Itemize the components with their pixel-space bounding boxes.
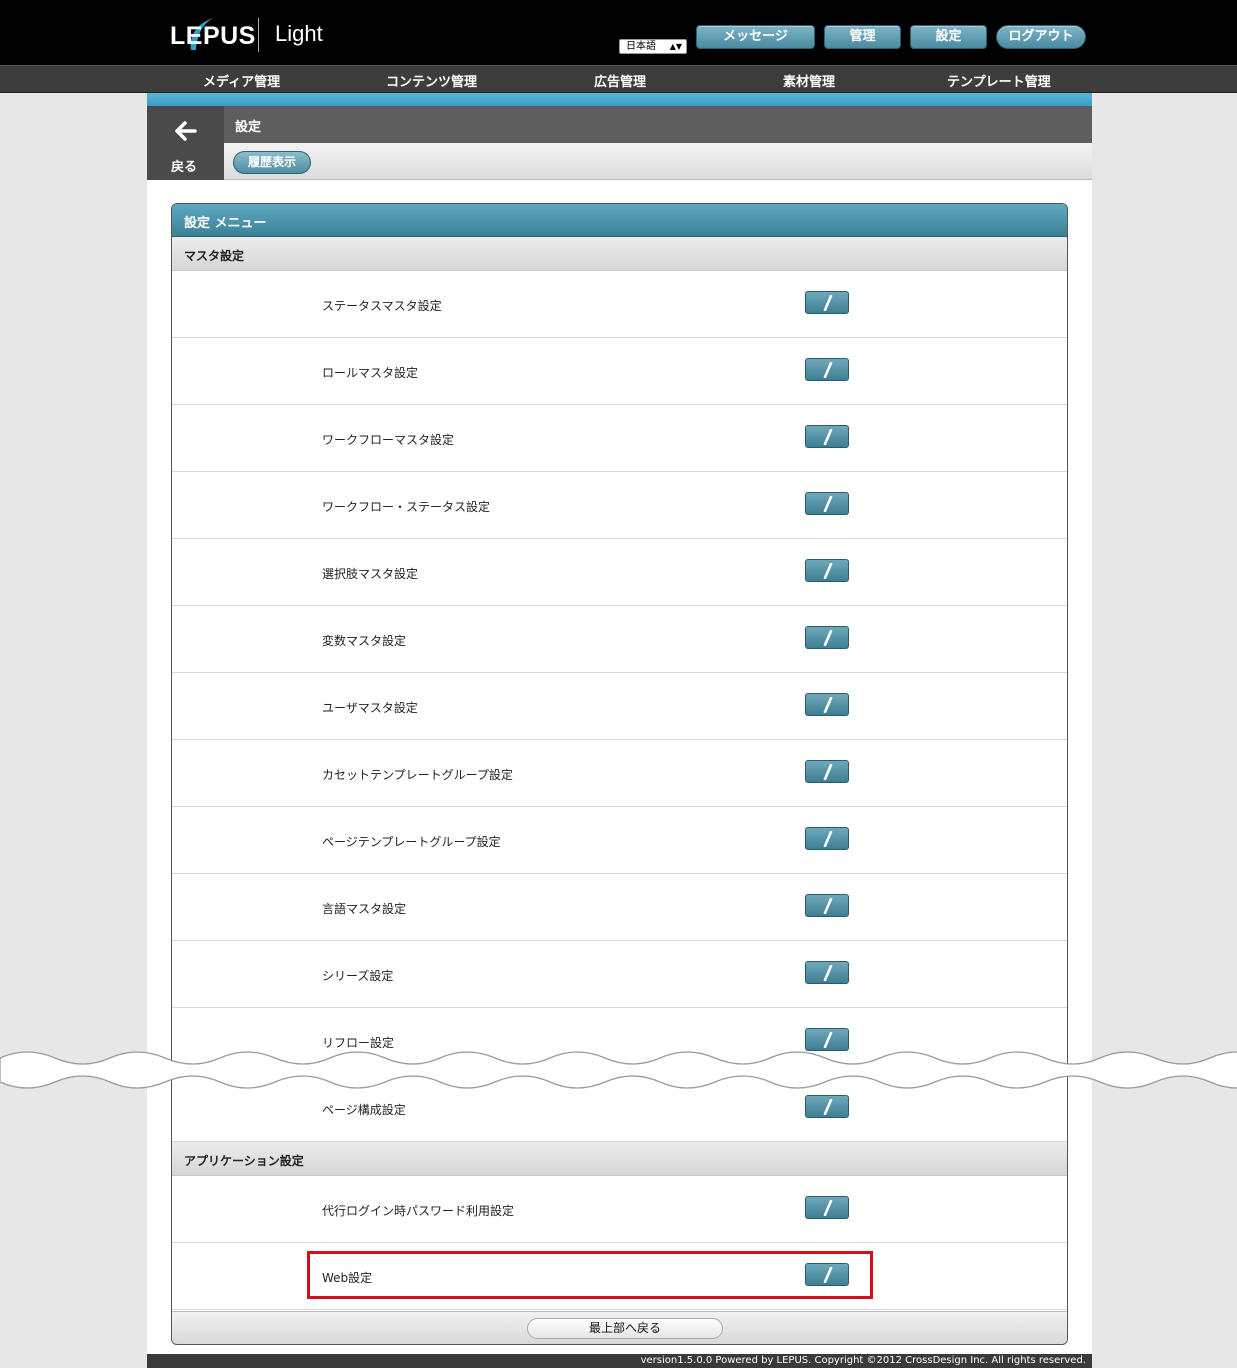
accent-bar xyxy=(147,93,1092,106)
settings-menu-footer: 最上部へ戻る xyxy=(172,1311,1067,1344)
back-to-top-button[interactable]: 最上部へ戻る xyxy=(527,1318,723,1339)
pencil-icon xyxy=(823,295,833,311)
section-application-settings: アプリケーション設定 xyxy=(172,1142,1067,1176)
arrow-left-icon xyxy=(175,121,197,141)
edit-button[interactable] xyxy=(805,693,849,716)
list-item-label: シリーズ設定 xyxy=(322,969,394,983)
settings-menu: 設定 メニュー マスタ設定 ステータスマスタ設定 ロールマスタ設定 ワークフロー… xyxy=(171,203,1068,1345)
pencil-icon xyxy=(823,1099,833,1115)
list-item: 変数マスタ設定 xyxy=(172,606,1067,673)
list-item: カセットテンプレートグループ設定 xyxy=(172,740,1067,807)
list-item: シリーズ設定 xyxy=(172,941,1067,1008)
pencil-icon xyxy=(823,831,833,847)
list-item-label: 変数マスタ設定 xyxy=(322,634,407,648)
pencil-icon xyxy=(823,764,833,780)
list-item-label: 代行ログイン時パスワード利用設定 xyxy=(322,1204,515,1218)
back-label: 戻る xyxy=(171,160,198,175)
settings-menu-title: 設定 メニュー xyxy=(172,204,1067,237)
nav-item-ads[interactable]: 広告管理 xyxy=(594,71,646,90)
section-master-settings: マスタ設定 xyxy=(172,237,1067,271)
list-item-label: ワークフロー・ステータス設定 xyxy=(322,500,491,514)
list-item-label: ロールマスタ設定 xyxy=(322,366,419,380)
list-item-label: ユーザマスタ設定 xyxy=(322,701,418,715)
pencil-icon xyxy=(823,898,833,914)
edit-button[interactable] xyxy=(805,760,849,783)
select-arrows-icon: ▲▼ xyxy=(669,42,682,51)
back-button[interactable]: 戻る xyxy=(147,106,224,180)
list-item-label: ページ構成設定 xyxy=(322,1103,406,1117)
list-item-label: カセットテンプレートグループ設定 xyxy=(322,768,513,782)
pencil-icon xyxy=(823,965,833,981)
list-item: 代行ログイン時パスワード利用設定 xyxy=(172,1176,1067,1243)
logo-text[interactable]: LEPUS xyxy=(170,22,256,51)
edit-button[interactable] xyxy=(805,291,849,314)
edit-button[interactable] xyxy=(805,827,849,850)
list-item-label: ワークフローマスタ設定 xyxy=(322,433,455,447)
pencil-icon xyxy=(823,563,833,579)
pencil-icon xyxy=(823,429,833,445)
list-item-label: 選択肢マスタ設定 xyxy=(322,567,419,581)
edit-button[interactable] xyxy=(805,425,849,448)
pencil-icon xyxy=(823,496,833,512)
list-item: ページテンプレートグループ設定 xyxy=(172,807,1067,874)
list-item: ワークフロー・ステータス設定 xyxy=(172,472,1067,539)
logout-button[interactable]: ログアウト xyxy=(996,25,1086,49)
edit-button[interactable] xyxy=(805,492,849,515)
language-select[interactable]: 日本語 ▲▼ xyxy=(619,39,687,54)
edit-button[interactable] xyxy=(805,1196,849,1219)
settings-button[interactable]: 設定 xyxy=(910,25,987,49)
list-item: ユーザマスタ設定 xyxy=(172,673,1067,740)
history-button[interactable]: 履歴表示 xyxy=(233,151,311,174)
list-item: ワークフローマスタ設定 xyxy=(172,405,1067,472)
title-bar: 設定 xyxy=(147,106,1092,143)
pencil-icon xyxy=(823,697,833,713)
main-panel: 設定 戻る 履歴表示 設定 メニュー マスタ設定 ステータスマスタ設定 ロールマ… xyxy=(147,93,1092,1368)
page-title: 設定 xyxy=(235,120,262,135)
edit-button[interactable] xyxy=(805,559,849,582)
nav-item-contents[interactable]: コンテンツ管理 xyxy=(386,71,477,90)
pencil-icon xyxy=(823,1200,833,1216)
page-break-wave xyxy=(0,1051,1237,1089)
product-name: Light xyxy=(275,21,323,46)
pencil-icon xyxy=(823,630,833,646)
nav-item-materials[interactable]: 素材管理 xyxy=(783,71,835,90)
edit-button[interactable] xyxy=(805,626,849,649)
list-item: ロールマスタ設定 xyxy=(172,338,1067,405)
edit-button[interactable] xyxy=(805,894,849,917)
global-nav: メディア管理 コンテンツ管理 広告管理 素材管理 テンプレート管理 xyxy=(0,65,1237,93)
nav-item-media[interactable]: メディア管理 xyxy=(203,71,280,90)
top-header: LEPUS Light 日本語 ▲▼ メッセージ 管理 設定 ログアウト xyxy=(0,0,1237,65)
list-item: ステータスマスタ設定 xyxy=(172,271,1067,338)
logo-divider xyxy=(258,18,259,52)
language-select-value: 日本語 xyxy=(626,41,656,52)
message-button[interactable]: メッセージ xyxy=(696,25,815,49)
list-item-label: ページテンプレートグループ設定 xyxy=(322,835,501,849)
list-item: 言語マスタ設定 xyxy=(172,874,1067,941)
highlight-box xyxy=(307,1251,873,1299)
list-item: 選択肢マスタ設定 xyxy=(172,539,1067,606)
edit-button[interactable] xyxy=(805,961,849,984)
admin-button[interactable]: 管理 xyxy=(824,25,901,49)
footer: version1.5.0.0 Powered by LEPUS. Copyrig… xyxy=(147,1354,1092,1368)
nav-item-templates[interactable]: テンプレート管理 xyxy=(947,71,1051,90)
edit-button[interactable] xyxy=(805,358,849,381)
list-item-label: 言語マスタ設定 xyxy=(322,902,407,916)
pencil-icon xyxy=(823,362,833,378)
list-item-label: ステータスマスタ設定 xyxy=(322,299,442,313)
